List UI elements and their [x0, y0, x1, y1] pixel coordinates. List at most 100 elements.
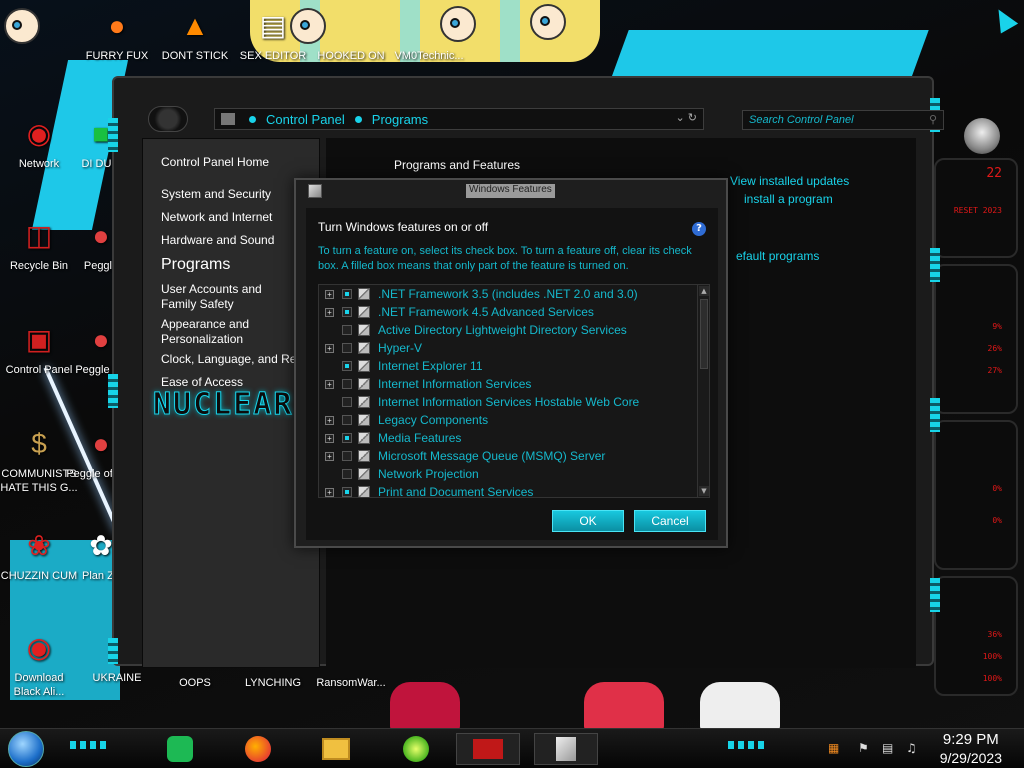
network-icon: ◉ — [26, 118, 52, 149]
search-icon[interactable]: ⚲ — [929, 113, 937, 126]
feature-checkbox[interactable] — [342, 433, 352, 443]
expand-icon[interactable]: + — [325, 289, 334, 299]
taskbar-spotify-icon[interactable] — [160, 733, 200, 765]
feature-checkbox[interactable] — [342, 289, 352, 299]
feature-row[interactable]: + Media Features — [319, 429, 697, 447]
sidebar-item-home[interactable]: Control Panel Home — [161, 155, 319, 170]
feature-row[interactable]: + Legacy Components — [319, 411, 697, 429]
expand-icon[interactable]: + — [325, 379, 334, 389]
address-bar[interactable]: Control Panel Programs ⌄ ↻ — [214, 108, 704, 130]
desktop-icon-label: RansomWar... — [316, 677, 386, 689]
feature-checkbox[interactable] — [342, 397, 352, 407]
dialog-title: Windows Features — [466, 184, 555, 198]
desktop-icon-ransomware[interactable]: RansomWar... — [312, 676, 390, 690]
feature-row[interactable]: + Internet Information Services — [319, 375, 697, 393]
feature-row[interactable]: + .NET Framework 3.5 (includes .NET 2.0 … — [319, 285, 697, 303]
scroll-down-icon[interactable]: ▼ — [699, 486, 709, 496]
feature-checkbox[interactable] — [342, 307, 352, 317]
ok-button[interactable]: OK — [552, 510, 624, 532]
windows-features-dialog[interactable]: Windows Features Turn Windows features o… — [294, 178, 728, 548]
desktop-icon-hooked-on[interactable]: HOOKED ON — [312, 6, 390, 63]
breadcrumb-programs[interactable]: Programs — [372, 112, 428, 127]
feature-row[interactable]: + Network Projection — [319, 465, 697, 483]
desktop-icon-furry-fux[interactable]: ● FURRY FUX — [78, 6, 156, 63]
expand-icon[interactable]: + — [325, 487, 334, 497]
desktop-icon-vm0technic[interactable]: VM0Technic... — [390, 6, 468, 63]
feature-folder-icon — [358, 468, 370, 480]
feature-checkbox[interactable] — [342, 469, 352, 479]
refresh-icon[interactable]: ⌄ ↻ — [676, 111, 698, 124]
feature-folder-icon — [358, 324, 370, 336]
feature-row[interactable]: + Internet Information Services Hostable… — [319, 393, 697, 411]
tray-network-icon[interactable]: ▤ — [882, 741, 893, 755]
cancel-button[interactable]: Cancel — [634, 510, 706, 532]
taskbar-limewire-icon[interactable] — [396, 733, 436, 765]
frame-accent — [108, 118, 118, 152]
tray-volume-icon[interactable]: ♫ — [906, 741, 917, 755]
expand-icon[interactable]: + — [325, 433, 334, 443]
feature-checkbox[interactable] — [342, 325, 352, 335]
feature-checkbox[interactable] — [342, 451, 352, 461]
feature-folder-icon — [358, 378, 370, 390]
tray-flag-icon[interactable]: ⚑ — [858, 741, 869, 755]
feature-checkbox[interactable] — [342, 487, 352, 497]
widget-readout: 9% — [992, 322, 1002, 331]
feature-row[interactable]: + Active Directory Lightweight Directory… — [319, 321, 697, 339]
widget-readout: 0% — [992, 484, 1002, 493]
tree-scrollbar[interactable]: ▲ ▼ — [697, 285, 709, 497]
breadcrumb-control-panel[interactable]: Control Panel — [266, 112, 345, 127]
taskbar-windows-features-icon[interactable] — [534, 733, 598, 765]
desktop-icon-label: FURRY FUX — [85, 50, 149, 62]
desktop-icon-download-black[interactable]: ◉ Download Black Ali... — [0, 628, 78, 699]
taskbar-control-panel-icon[interactable] — [456, 733, 520, 765]
feature-label: Print and Document Services — [378, 485, 534, 498]
taskbar-firefox-icon[interactable] — [238, 733, 278, 765]
tray-app-icon[interactable]: ▦ — [828, 741, 839, 755]
feature-row[interactable]: + Internet Explorer 11 — [319, 357, 697, 375]
expand-icon[interactable]: + — [325, 307, 334, 317]
taskbar-file-explorer-icon[interactable] — [316, 733, 356, 765]
expand-icon[interactable]: + — [325, 415, 334, 425]
expand-icon[interactable]: + — [325, 451, 334, 461]
feature-checkbox[interactable] — [342, 361, 352, 371]
feature-row[interactable]: + Print and Document Services — [319, 483, 697, 498]
install-program-link[interactable]: install a program — [744, 192, 833, 206]
default-programs-link[interactable]: efault programs — [736, 249, 819, 263]
desktop-icon-label: VM0Technic... — [394, 50, 464, 62]
recycle-bin-icon: ◫ — [25, 220, 53, 251]
scroll-up-icon[interactable]: ▲ — [699, 286, 709, 296]
frame-accent — [930, 248, 940, 282]
scroll-thumb[interactable] — [700, 299, 708, 369]
start-button[interactable] — [8, 731, 44, 767]
desktop-icon-label: LYNCHING — [244, 677, 302, 689]
feature-row[interactable]: + Hyper-V — [319, 339, 697, 357]
search-input[interactable]: Search Control Panel ⚲ — [742, 110, 944, 130]
desktop-icon-sex-editor[interactable]: ▤ SEX EDITOR — [234, 6, 312, 63]
feature-checkbox[interactable] — [342, 379, 352, 389]
sidebar-item-user-accounts[interactable]: User Accounts and Family Safety — [161, 282, 291, 312]
widget-panel: 36% 100% 100% — [934, 576, 1018, 696]
nuclear-brand-logo: NUCLEAR — [153, 387, 294, 423]
view-installed-updates-link[interactable]: View installed updates — [730, 174, 849, 188]
taskbar-clock[interactable]: 9:29 PM 9/29/2023 — [940, 731, 1002, 767]
dialog-body: Turn Windows features on or off ? To tur… — [306, 208, 718, 540]
file-icon: ▤ — [259, 10, 287, 41]
feature-folder-icon — [358, 414, 370, 426]
desktop-icon-dont-stick[interactable]: ▲ DONT STICK — [156, 6, 234, 63]
widget-readout: RESET 2023 — [953, 206, 1002, 215]
features-tree[interactable]: + .NET Framework 3.5 (includes .NET 2.0 … — [318, 284, 710, 498]
expand-icon[interactable]: + — [325, 343, 334, 353]
sidebar-item-appearance[interactable]: Appearance and Personalization — [161, 317, 291, 347]
feature-row[interactable]: + Microsoft Message Queue (MSMQ) Server — [319, 447, 697, 465]
feature-row[interactable]: + .NET Framework 4.5 Advanced Services — [319, 303, 697, 321]
back-forward-button[interactable] — [148, 106, 188, 132]
desktop-icon-lynching[interactable]: LYNCHING — [234, 676, 312, 690]
widget-readout: 26% — [987, 344, 1002, 353]
taskbar-accent — [70, 741, 110, 749]
desktop-icon-oops[interactable]: OOPS — [156, 676, 234, 690]
programs-features-title[interactable]: Programs and Features — [394, 158, 520, 172]
feature-checkbox[interactable] — [342, 343, 352, 353]
feature-checkbox[interactable] — [342, 415, 352, 425]
frame-accent — [108, 638, 118, 664]
help-icon[interactable]: ? — [692, 222, 706, 236]
